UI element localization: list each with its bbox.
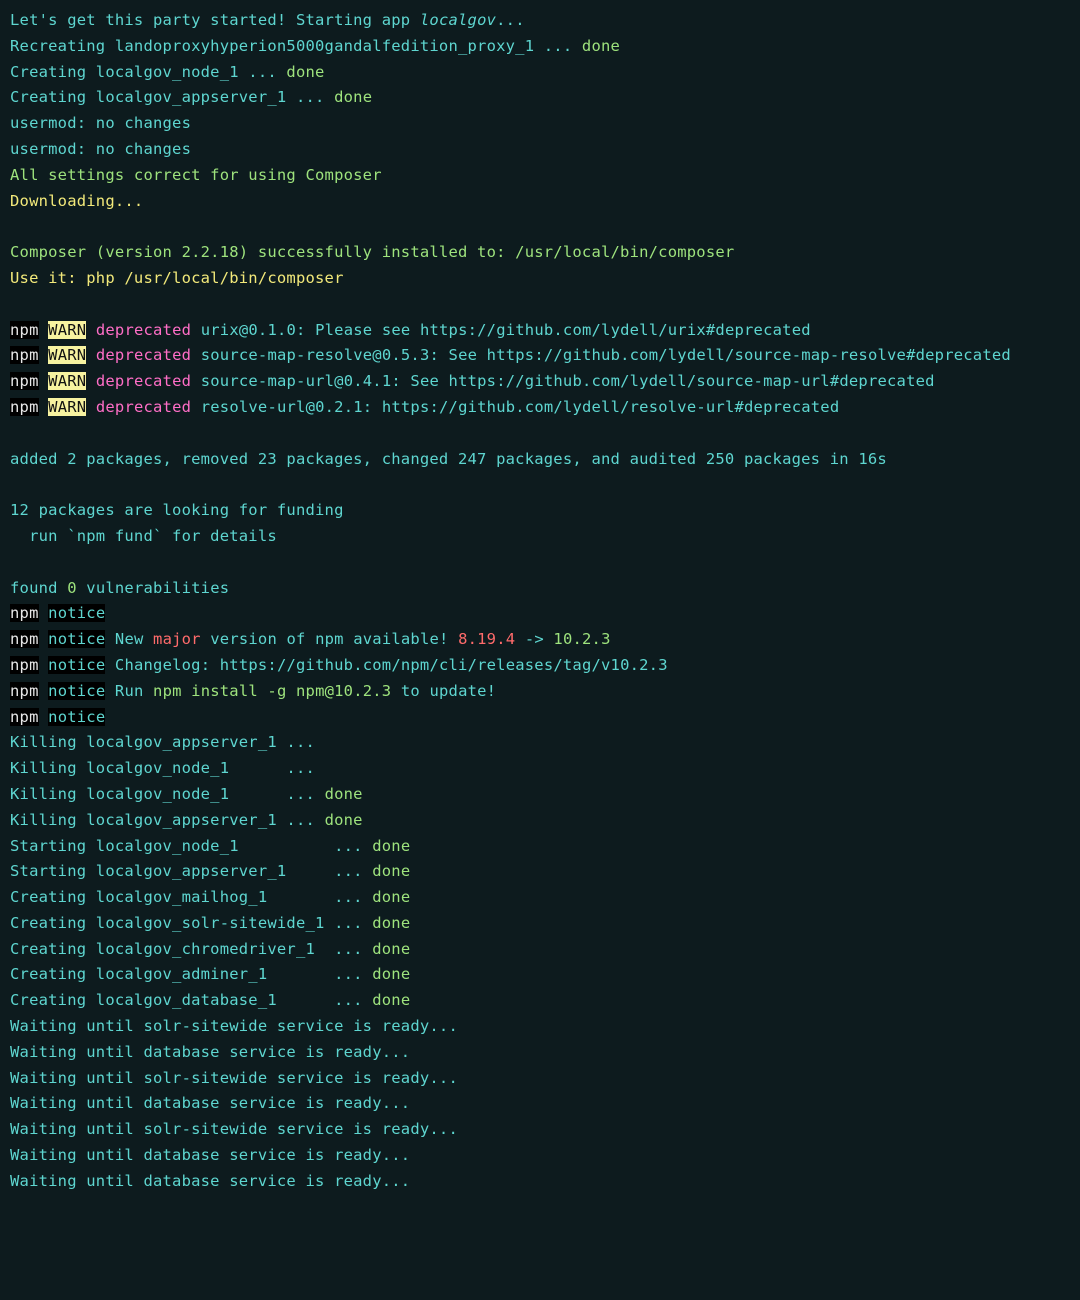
terminal-output: Let's get this party started! Starting a… bbox=[0, 0, 1080, 1203]
